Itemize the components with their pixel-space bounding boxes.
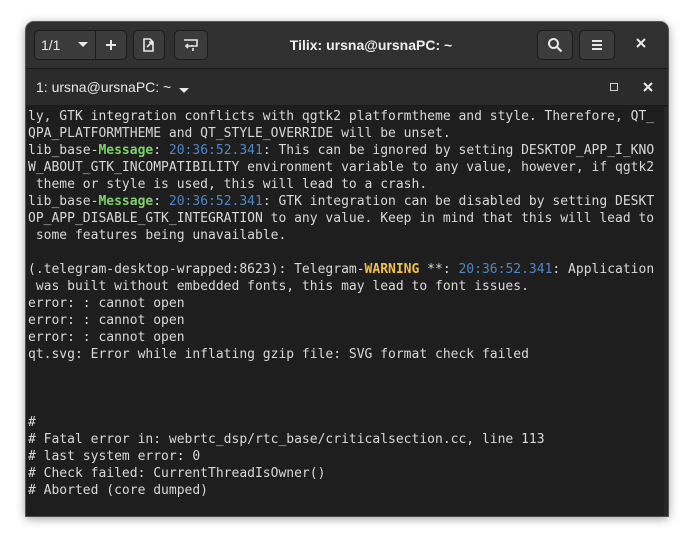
close-icon (635, 36, 647, 54)
search-button[interactable] (537, 30, 573, 60)
output-segment: theme or style is used, this will lead t… (28, 177, 428, 192)
output-segment: error: : cannot open (28, 296, 185, 311)
output-segment: : GTK integration can be disabled by set… (262, 194, 655, 209)
output-segment: QPA_PLATFORMTHEME and QT_STYLE_OVERRIDE … (28, 126, 451, 141)
output-line: W_ABOUT_GTK_INCOMPATIBILITY environment … (28, 159, 654, 176)
terminal-close-button[interactable] (642, 80, 654, 98)
output-segment: # (28, 415, 36, 430)
output-segment: # last system error: 0 (28, 449, 201, 464)
header-bar: 1/1 Tilix: ursna@ursnaPC: ~ (26, 22, 668, 69)
add-terminal-button[interactable] (95, 30, 127, 60)
output-line: error: : cannot open (28, 295, 654, 312)
output-line: # (28, 414, 654, 431)
output-line: qt.svg: Error while inflating gzip file:… (28, 346, 654, 363)
output-line: ly, GTK integration conflicts with qgtk2… (28, 108, 654, 125)
output-segment: : Application (552, 262, 655, 277)
sync-input-button[interactable] (174, 30, 208, 60)
chevron-down-icon (77, 41, 89, 49)
output-segment: 20:36:52.341 (168, 143, 263, 158)
detach-terminal-icon (142, 37, 156, 53)
output-line: # Aborted (core dumped) (28, 482, 654, 499)
chevron-down-icon[interactable] (178, 82, 190, 100)
output-line: error: : cannot open (28, 329, 654, 346)
maximize-icon[interactable] (610, 83, 618, 91)
output-segment: **: (419, 262, 459, 277)
output-segment: W_ABOUT_GTK_INCOMPATIBILITY environment … (28, 160, 655, 175)
output-segment: ly, GTK integration conflicts with qgtk2… (28, 109, 655, 124)
output-segment: # Check failed: CurrentThreadIsOwner() (28, 466, 326, 481)
terminal-title[interactable]: 1: ursna@ursnaPC: ~ (36, 69, 171, 105)
window-title: Tilix: ursna@ursnaPC: ~ (289, 37, 453, 53)
output-line: some features being unavailable. (28, 227, 654, 244)
close-icon (643, 82, 653, 92)
output-segment: error: : cannot open (28, 313, 185, 328)
search-icon (547, 37, 563, 53)
output-segment: (.telegram-desktop-wrapped:8623): Telegr… (28, 262, 365, 277)
terminal-output: ly, GTK integration conflicts with qgtk2… (28, 108, 654, 516)
detach-terminal-button[interactable] (133, 30, 165, 60)
output-segment: error: : cannot open (28, 330, 185, 345)
output-line: QPA_PLATFORMTHEME and QT_STYLE_OVERRIDE … (28, 125, 654, 142)
output-segment: qt.svg: Error while inflating gzip file:… (28, 347, 529, 362)
output-line: # Check failed: CurrentThreadIsOwner() (28, 465, 654, 482)
output-line: error: : cannot open (28, 312, 654, 329)
plus-icon (105, 39, 117, 51)
window-close-button[interactable] (632, 36, 650, 54)
output-segment: Message (98, 143, 154, 158)
session-label: 1/1 (41, 37, 61, 53)
output-line: # Fatal error in: webrtc_dsp/rtc_base/cr… (28, 431, 654, 448)
hamburger-menu-icon (591, 39, 603, 51)
output-segment: : This can be ignored by setting DESKTOP… (262, 143, 655, 158)
output-line: lib_base-Message: 20:36:52.341: GTK inte… (28, 193, 654, 210)
output-segment: Message (98, 194, 154, 209)
session-switcher-button[interactable]: 1/1 (34, 30, 96, 60)
output-segment: : (153, 143, 169, 158)
output-line: lib_base-Message: 20:36:52.341: This can… (28, 142, 654, 159)
output-line: # last system error: 0 (28, 448, 654, 465)
output-segment: WARNING (364, 262, 420, 277)
output-segment: : (153, 194, 169, 209)
terminal-title-bar: 1: ursna@ursnaPC: ~ (26, 69, 668, 106)
output-segment: # Fatal error in: webrtc_dsp/rtc_base/cr… (28, 432, 545, 447)
output-segment: was built without embedded fonts, this m… (28, 279, 529, 294)
output-line: (.telegram-desktop-wrapped:8623): Telegr… (28, 261, 654, 278)
menu-button[interactable] (579, 30, 615, 60)
output-segment: 20:36:52.341 (168, 194, 263, 209)
output-line: theme or style is used, this will lead t… (28, 176, 654, 193)
scrollbar[interactable] (664, 106, 668, 516)
output-segment: # Aborted (core dumped) (28, 483, 209, 498)
terminal-output-area[interactable]: ly, GTK integration conflicts with qgtk2… (26, 106, 668, 516)
output-line: OP_APP_DISABLE_GTK_INTEGRATION to any va… (28, 210, 654, 227)
output-segment: lib_base- (28, 143, 99, 158)
sync-input-icon (183, 38, 199, 52)
output-segment: 20:36:52.341 (458, 262, 553, 277)
output-segment: OP_APP_DISABLE_GTK_INTEGRATION to any va… (28, 211, 655, 226)
output-segment: some features being unavailable. (28, 228, 287, 243)
tilix-window: 1/1 Tilix: ursna@ursnaPC: ~ 1: ursna@urs… (26, 22, 668, 516)
output-segment: lib_base- (28, 194, 99, 209)
output-line: was built without embedded fonts, this m… (28, 278, 654, 295)
